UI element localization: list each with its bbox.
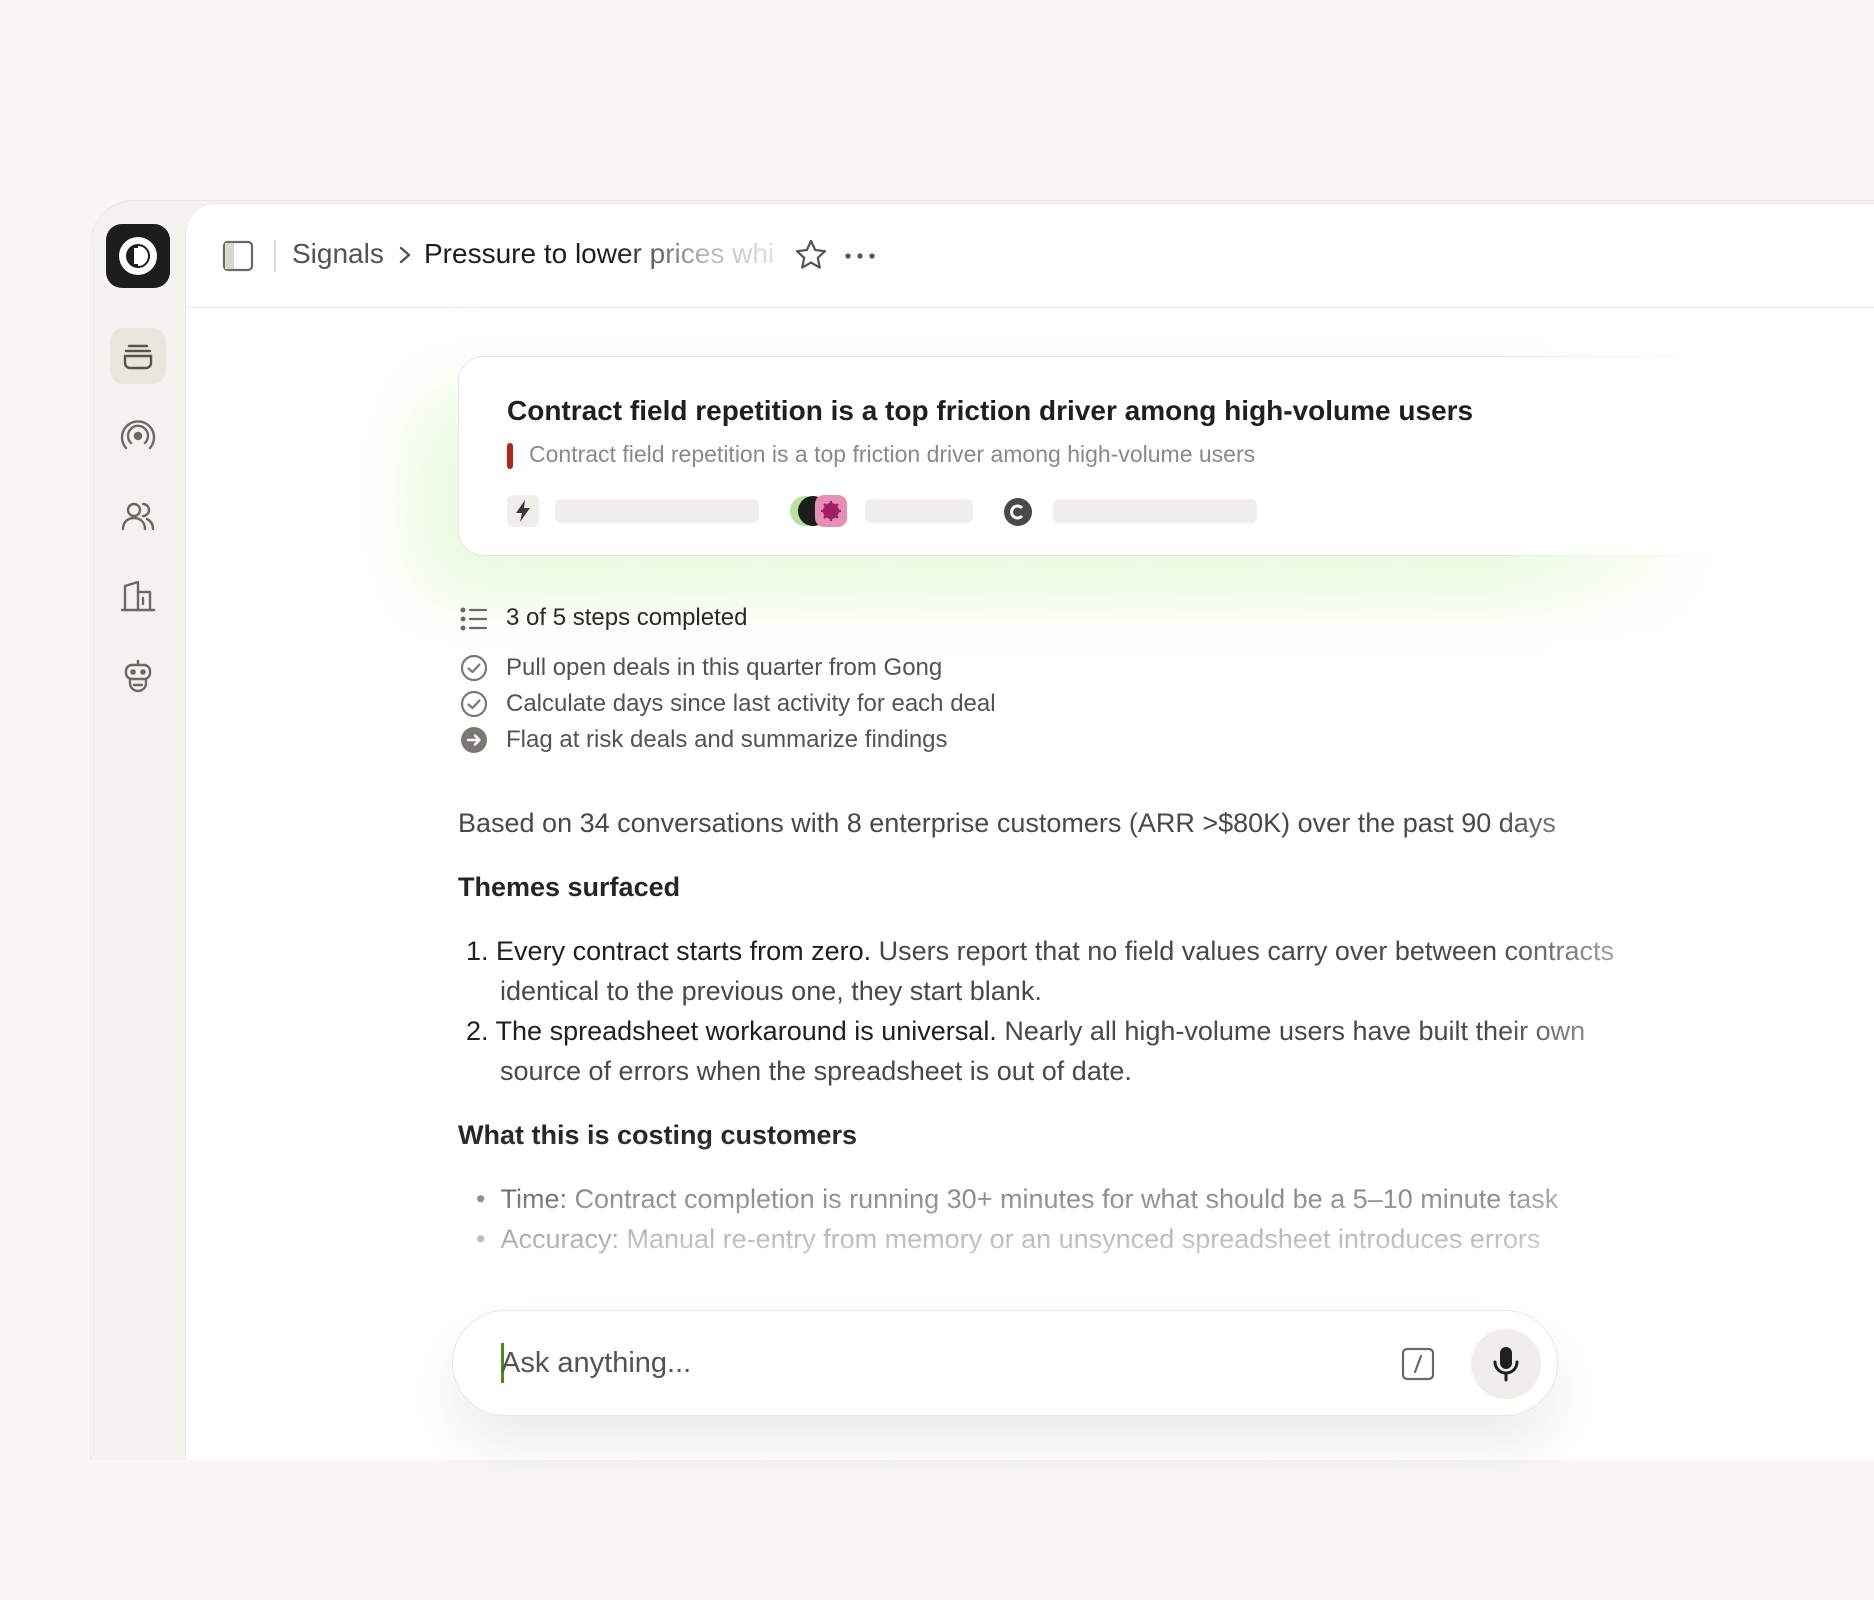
themes-heading: Themes surfaced <box>458 872 681 902</box>
arrow-circle-icon <box>461 727 487 753</box>
intro-paragraph: Based on 34 conversations with 8 enterpr… <box>458 808 1556 838</box>
source-avatars-icon <box>790 495 847 527</box>
breadcrumb-current: Pressure to lower prices whil <box>424 238 774 269</box>
robot-icon <box>124 659 152 693</box>
composer <box>452 1310 1558 1416</box>
theme-item: 2. The spreadsheet workaround is univers… <box>466 1016 1585 1047</box>
topbar: Signals Pressure to lower prices whil <box>186 204 1874 308</box>
theme-text: Users report that no field values carry … <box>871 936 1614 966</box>
check-circle-icon <box>460 654 488 682</box>
theme-item: 1. Every contract starts from zero. User… <box>466 936 1614 967</box>
theme-number: 2. <box>466 1016 489 1046</box>
chevron-right-icon <box>399 246 411 264</box>
users-icon <box>121 502 155 531</box>
cost-text: Manual re-entry from memory or an unsync… <box>619 1224 1541 1254</box>
signal-icon <box>120 420 156 450</box>
sidebar-toggle-icon[interactable] <box>222 240 254 272</box>
skeleton-bar <box>865 499 973 523</box>
card-title: Contract field repetition is a top frict… <box>507 395 1474 426</box>
building-icon <box>120 580 156 612</box>
list-icon <box>460 607 488 631</box>
theme-text: Nearly all high-volume users have built … <box>996 1016 1586 1046</box>
nav-item-people[interactable] <box>110 488 166 544</box>
nav-item-signals[interactable] <box>110 408 166 464</box>
mic-button[interactable] <box>1471 1329 1541 1399</box>
cost-lead: Accuracy: <box>500 1224 620 1254</box>
step-item: Flag at risk deals and summarize finding… <box>506 726 948 753</box>
theme-lead: Every contract starts from zero. <box>496 936 872 966</box>
slash-command-icon[interactable] <box>1401 1347 1435 1381</box>
signal-card[interactable]: Contract field repetition is a top frict… <box>458 356 1758 556</box>
cost-text: Contract completion is running 30+ minut… <box>566 1184 1559 1214</box>
bullet: • <box>476 1224 501 1254</box>
check-circle-icon <box>460 690 488 718</box>
microphone-icon <box>1493 1347 1519 1382</box>
copyright-icon <box>1004 498 1032 526</box>
topbar-divider <box>274 240 276 272</box>
theme-continuation: identical to the previous one, they star… <box>500 976 1042 1006</box>
lightning-icon <box>507 495 539 527</box>
cost-item: • Accuracy: Manual re-entry from memory … <box>476 1224 1540 1255</box>
cost-lead: Time: <box>500 1184 567 1214</box>
nav-item-inbox[interactable] <box>110 328 166 384</box>
theme-continuation: source of errors when the spreadsheet is… <box>500 1056 1132 1086</box>
stack-icon <box>123 344 153 370</box>
theme-lead: The spreadsheet workaround is universal. <box>495 1016 997 1046</box>
card-subtitle: Contract field repetition is a top frict… <box>529 441 1256 467</box>
step-item: Calculate days since last activity for e… <box>506 690 996 717</box>
costing-heading: What this is costing customers <box>458 1120 858 1150</box>
skeleton-bar <box>1053 499 1257 523</box>
nav-item-agents[interactable] <box>110 648 166 704</box>
ask-input[interactable] <box>501 1337 1301 1389</box>
nav-item-companies[interactable] <box>110 568 166 624</box>
main-panel: Signals Pressure to lower prices whil Co… <box>186 204 1874 1460</box>
card-accent-bar <box>507 443 513 469</box>
logo-icon <box>119 237 157 275</box>
theme-number: 1. <box>466 936 489 966</box>
cost-item: • Time: Contract completion is running 3… <box>476 1184 1558 1215</box>
app-logo[interactable] <box>106 224 170 288</box>
star-icon[interactable] <box>794 238 828 272</box>
breadcrumb-root[interactable]: Signals <box>292 238 384 270</box>
skeleton-bar <box>555 499 759 523</box>
more-icon[interactable] <box>842 244 878 268</box>
step-item: Pull open deals in this quarter from Gon… <box>506 654 943 681</box>
bullet: • <box>476 1184 501 1214</box>
steps-summary[interactable]: 3 of 5 steps completed <box>506 604 747 632</box>
